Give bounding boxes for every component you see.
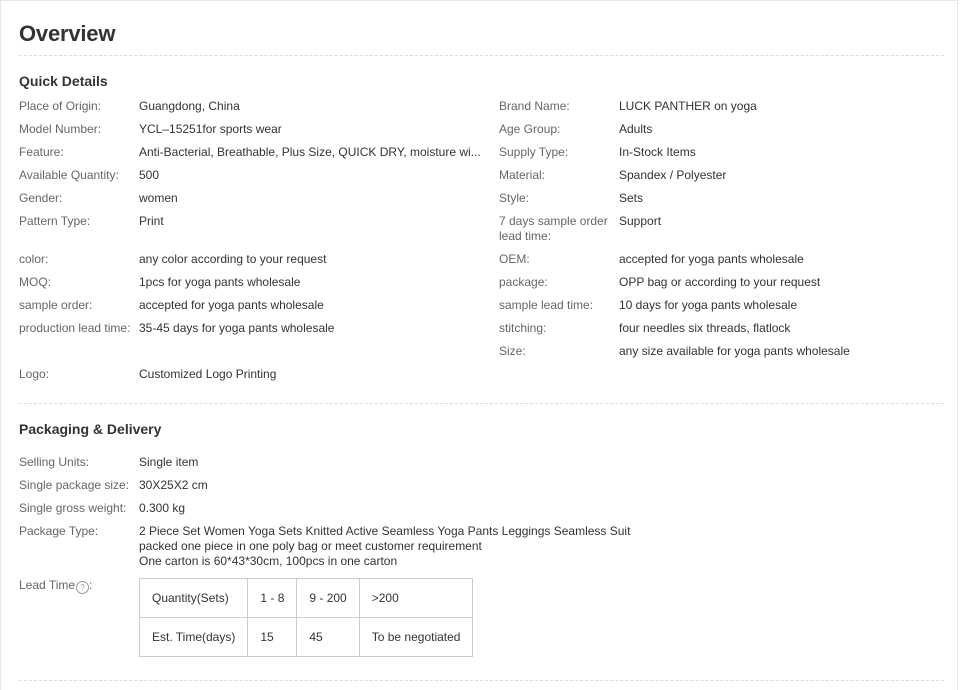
detail-key: Age Group: — [499, 122, 561, 136]
detail-key: OEM: — [499, 252, 530, 266]
detail-key: color: — [19, 252, 49, 266]
packaging-value: 0.300 kg — [139, 501, 186, 515]
detail-key: Logo: — [19, 367, 50, 381]
detail-value: any color according to your request — [139, 252, 327, 266]
detail-key: package: — [499, 275, 548, 289]
table-header-cell: >200 — [358, 578, 474, 618]
divider — [19, 680, 944, 681]
detail-key: Brand Name: — [499, 99, 570, 113]
detail-key: Feature: — [19, 145, 64, 159]
table-header-cell: 1 - 8 — [247, 578, 298, 618]
detail-key: Material: — [499, 168, 546, 182]
detail-key: MOQ: — [19, 275, 51, 289]
detail-value: Guangdong, China — [139, 99, 240, 113]
package-type-line: One carton is 60*43*30cm, 100pcs in one … — [139, 554, 398, 568]
detail-key: sample order: — [19, 298, 93, 312]
package-type-line: 2 Piece Set Women Yoga Sets Knitted Acti… — [139, 524, 631, 538]
packaging-key: Package Type: — [19, 524, 99, 538]
detail-key: Supply Type: — [499, 145, 569, 159]
detail-key: Style: — [499, 191, 530, 205]
table-cell: Est. Time(days) — [138, 617, 249, 657]
detail-key: stitching: — [499, 321, 547, 335]
detail-value: LUCK PANTHER on yoga — [619, 99, 757, 113]
table-row: Est. Time(days) 15 45 To be negotiated — [138, 617, 474, 657]
table-header-cell: Quantity(Sets) — [138, 578, 249, 618]
overview-panel: Overview Quick Details Place of Origin: … — [0, 0, 958, 690]
packaging-key: Selling Units: — [19, 455, 90, 469]
detail-value: YCL–15251for sports wear — [139, 122, 282, 136]
package-type-value: 2 Piece Set Women Yoga Sets Knitted Acti… — [139, 524, 639, 569]
packaging-delivery-title: Packaging & Delivery — [19, 421, 162, 437]
detail-value: accepted for yoga pants wholesale — [619, 252, 804, 266]
lead-time-label: Lead Time?: — [19, 578, 93, 594]
packaging-key: Single gross weight: — [19, 501, 127, 515]
divider — [19, 55, 944, 56]
help-icon[interactable]: ? — [76, 581, 90, 594]
quick-details-title: Quick Details — [19, 73, 108, 89]
detail-key: 7 days sample order lead time: — [499, 214, 608, 243]
page-title: Overview — [19, 21, 116, 46]
detail-value: four needles six threads, flatlock — [619, 321, 791, 335]
packaging-key: Single package size: — [19, 478, 130, 492]
package-type-line: packed one piece in one poly bag or meet… — [139, 539, 482, 553]
detail-key: Gender: — [19, 191, 63, 205]
detail-value: women — [139, 191, 178, 205]
detail-value: 500 — [139, 168, 160, 182]
lead-time-table: Quantity(Sets) 1 - 8 9 - 200 >200 Est. T… — [138, 578, 474, 657]
detail-key: sample lead time: — [499, 298, 594, 312]
detail-key: production lead time: — [19, 321, 131, 335]
detail-value: any size available for yoga pants wholes… — [619, 344, 850, 358]
table-cell: 15 — [247, 617, 298, 657]
detail-value: Print — [139, 214, 164, 228]
detail-value: 1pcs for yoga pants wholesale — [139, 275, 301, 289]
detail-value: 10 days for yoga pants wholesale — [619, 298, 798, 312]
detail-value: Support — [619, 214, 662, 228]
detail-value: In-Stock Items — [619, 145, 696, 159]
table-row: Quantity(Sets) 1 - 8 9 - 200 >200 — [138, 578, 474, 618]
table-cell: 45 — [296, 617, 360, 657]
detail-value: Customized Logo Printing — [139, 367, 277, 381]
table-header-cell: 9 - 200 — [296, 578, 360, 618]
detail-key: Model Number: — [19, 122, 102, 136]
packaging-value: 30X25X2 cm — [139, 478, 208, 492]
detail-value: accepted for yoga pants wholesale — [139, 298, 324, 312]
packaging-value: Single item — [139, 455, 199, 469]
detail-value: Sets — [619, 191, 644, 205]
table-cell: To be negotiated — [358, 617, 474, 657]
detail-value: Anti-Bacterial, Breathable, Plus Size, Q… — [139, 145, 481, 159]
detail-value: Adults — [619, 122, 653, 136]
divider — [19, 403, 944, 404]
detail-value: Spandex / Polyester — [619, 168, 727, 182]
detail-key: Place of Origin: — [19, 99, 102, 113]
detail-value: 35-45 days for yoga pants wholesale — [139, 321, 335, 335]
detail-value: OPP bag or according to your request — [619, 275, 821, 289]
detail-key: Available Quantity: — [19, 168, 119, 182]
detail-key: Pattern Type: — [19, 214, 91, 228]
detail-key: Size: — [499, 344, 526, 358]
